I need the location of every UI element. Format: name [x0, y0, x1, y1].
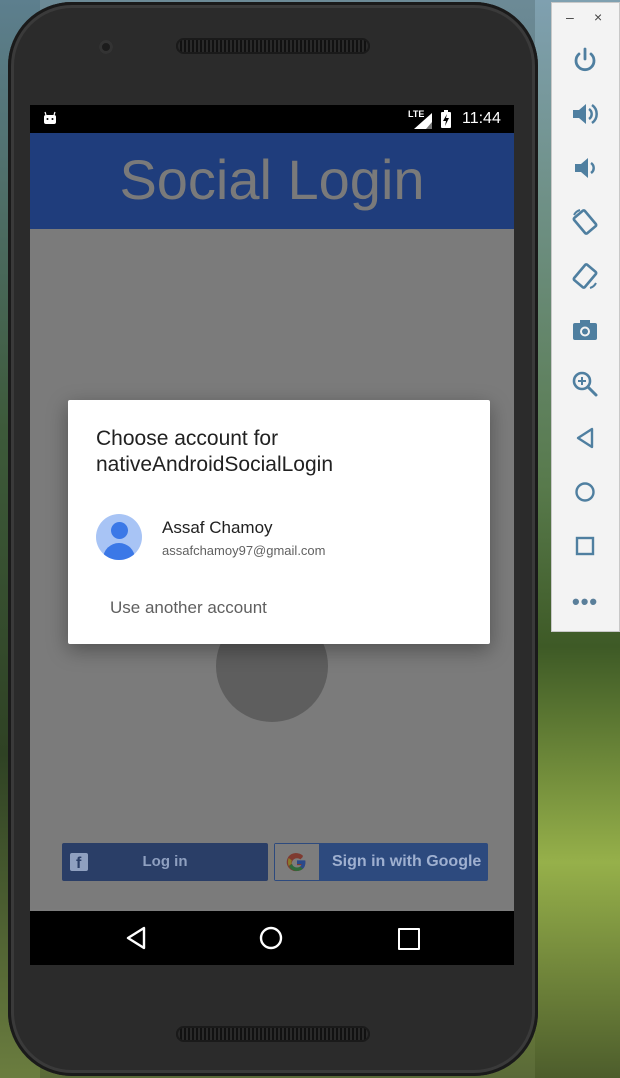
signal-icon [414, 113, 432, 129]
app-title: Social Login [119, 148, 425, 211]
top-speaker [176, 38, 370, 54]
dialog-title: Choose account for nativeAndroidSocialLo… [96, 427, 333, 476]
rotate-left-icon[interactable] [570, 207, 600, 237]
rotate-right-icon[interactable] [570, 261, 600, 291]
account-chooser-dialog: Choose account for nativeAndroidSocialLo… [68, 400, 490, 644]
facebook-login-button[interactable]: f Log in [62, 843, 268, 881]
navigation-bar [30, 911, 514, 965]
more-options-button[interactable]: ••• [572, 589, 598, 615]
android-debug-icon [44, 111, 56, 124]
back-icon[interactable] [570, 423, 600, 453]
use-another-account-button[interactable]: Use another account [110, 598, 267, 618]
overview-icon[interactable] [570, 531, 600, 561]
account-email: assafchamoy97@gmail.com [162, 543, 326, 558]
volume-up-icon[interactable] [570, 99, 600, 129]
phone-screen: LTE 11:44 Social Login f Log in Sign in … [30, 105, 514, 965]
app-bar: Social Login [30, 133, 514, 229]
avatar-head [111, 522, 128, 539]
volume-down-icon[interactable] [570, 153, 600, 183]
google-signin-button[interactable]: Sign in with Google [274, 843, 488, 881]
phone-frame: LTE 11:44 Social Login f Log in Sign in … [8, 2, 538, 1076]
nav-back-icon[interactable] [124, 925, 148, 951]
home-icon[interactable] [570, 477, 600, 507]
minimize-button[interactable]: – [566, 9, 574, 25]
avatar-body [103, 543, 135, 560]
status-bar: LTE 11:44 [30, 105, 514, 133]
google-signin-label: Sign in with Google [332, 853, 482, 870]
front-camera [99, 40, 113, 54]
close-button[interactable]: × [594, 9, 602, 25]
bottom-speaker [176, 1026, 370, 1042]
zoom-icon[interactable] [570, 369, 600, 399]
nav-home-icon[interactable] [258, 925, 284, 951]
emulator-toolbar: – × ••• [551, 2, 620, 632]
power-icon[interactable] [570, 45, 600, 75]
google-icon [275, 844, 319, 880]
battery-charging-icon [441, 110, 451, 128]
facebook-login-label: Log in [142, 853, 188, 870]
camera-icon[interactable] [570, 315, 600, 345]
account-name: Assaf Chamoy [162, 518, 273, 537]
account-avatar-icon [96, 514, 142, 560]
nav-overview-icon[interactable] [398, 928, 420, 950]
status-time: 11:44 [462, 110, 501, 127]
account-list-item[interactable]: Assaf Chamoy assafchamoy97@gmail.com [68, 508, 490, 562]
